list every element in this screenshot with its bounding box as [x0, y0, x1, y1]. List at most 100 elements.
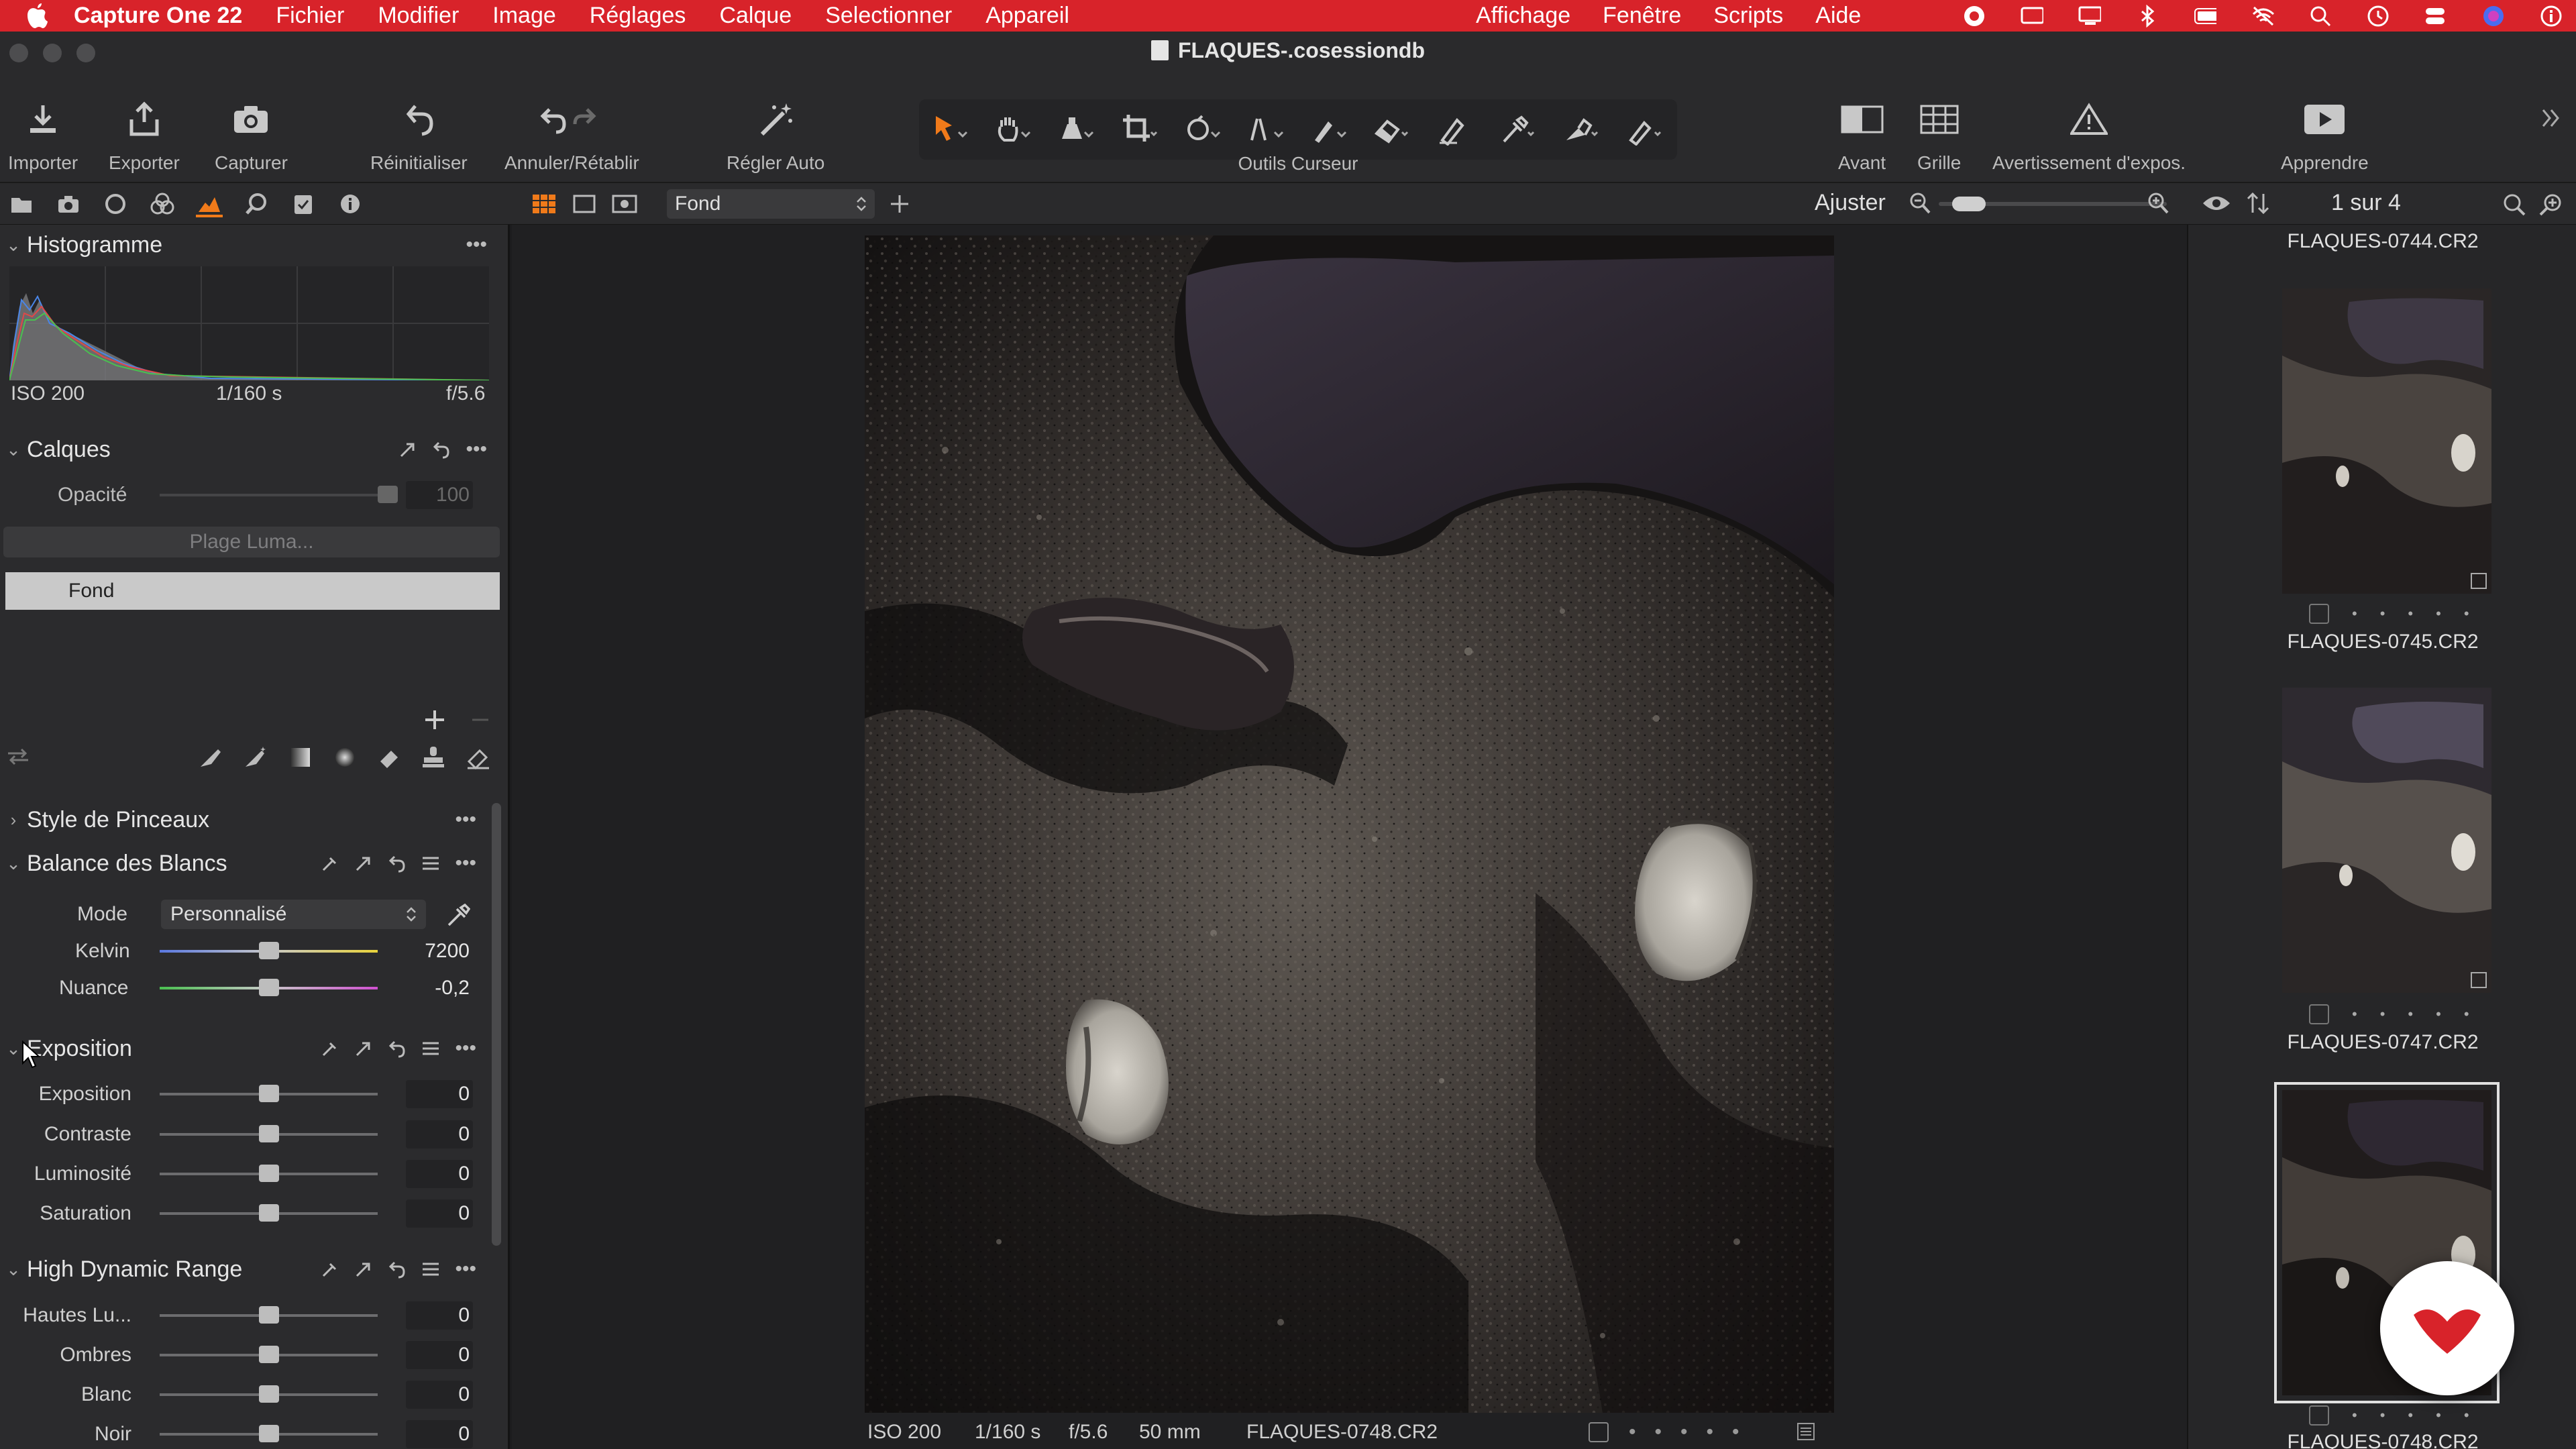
single-view-icon[interactable] [569, 191, 600, 217]
export-button[interactable]: Exporter [109, 96, 180, 174]
more-options-icon[interactable]: ••• [455, 1037, 476, 1060]
more-options-icon[interactable]: ••• [466, 233, 487, 256]
exposure-header[interactable]: ⌄ Exposition ••• [0, 1028, 496, 1069]
apple-menu-icon[interactable] [0, 3, 74, 30]
tint-slider-knob[interactable] [259, 979, 279, 996]
gradient-icon[interactable] [1432, 109, 1479, 150]
browser-search-icon[interactable] [2502, 193, 2526, 217]
brightness-slider-knob[interactable] [259, 1165, 279, 1182]
erase-mask-icon[interactable] [466, 745, 490, 769]
learn-button[interactable]: Apprendre [2281, 96, 2369, 174]
reset-tool-icon[interactable] [388, 1260, 407, 1279]
add-layer-plus-icon[interactable] [421, 706, 448, 733]
rating-row-0748[interactable]: • • • • • [2309, 1405, 2469, 1426]
kelvin-value[interactable]: 7200 [402, 940, 470, 963]
picker-icon[interactable] [321, 1039, 339, 1058]
eyedropper-icon[interactable] [1495, 109, 1542, 150]
crop-icon[interactable] [1117, 109, 1164, 150]
layer-select[interactable]: Fond [667, 189, 875, 219]
opacity-slider[interactable] [160, 486, 398, 503]
more-options-icon[interactable]: ••• [455, 852, 476, 875]
menu-select[interactable]: Selectionner [825, 3, 952, 29]
rating-row-0747[interactable]: • • • • • [2309, 1004, 2469, 1024]
shadows-slider[interactable] [160, 1346, 378, 1363]
linear-gradient-icon[interactable] [290, 747, 311, 768]
hdr-header[interactable]: ⌄ High Dynamic Range ••• [0, 1249, 496, 1289]
reset-tool-icon[interactable] [432, 440, 451, 459]
select-checkbox[interactable] [2309, 604, 2329, 624]
brightness-slider[interactable] [160, 1165, 378, 1182]
picker-icon[interactable] [321, 1260, 339, 1279]
menu-adjustments[interactable]: Réglages [590, 3, 686, 29]
layers-header[interactable]: ⌄ Calques ••• [0, 429, 496, 470]
siri-icon[interactable] [2482, 5, 2505, 28]
clone-stamp-icon[interactable] [421, 745, 445, 769]
exposure-slider-knob[interactable] [259, 1085, 279, 1102]
tab-capture-icon[interactable] [55, 191, 82, 217]
copy-apply-icon[interactable] [354, 1039, 373, 1058]
tab-lens-icon[interactable] [102, 191, 129, 217]
browser-filename-0747[interactable]: FLAQUES-0747.CR2 [2188, 1031, 2576, 1054]
display-icon[interactable] [2078, 5, 2101, 28]
more-options-icon[interactable]: ••• [466, 438, 487, 461]
auto-adjust-button[interactable]: Régler Auto [727, 96, 824, 174]
heal-icon[interactable] [1559, 109, 1606, 150]
menu-view[interactable]: Affichage [1476, 3, 1570, 29]
tab-adjustments-icon[interactable] [290, 191, 317, 217]
brush-icon[interactable] [198, 745, 222, 769]
more-options-icon[interactable]: ••• [455, 1258, 476, 1281]
more-options-icon[interactable]: ••• [455, 808, 476, 831]
eraser-icon[interactable] [378, 745, 402, 769]
menu-layer[interactable]: Calque [719, 3, 792, 29]
histogram-header[interactable]: ⌄ Histogramme ••• [0, 225, 496, 265]
zoom-in-icon[interactable] [2147, 191, 2169, 215]
capture-button[interactable]: Capturer [215, 96, 288, 174]
white-balance-header[interactable]: ⌄ Balance des Blancs ••• [0, 843, 496, 883]
menu-edit[interactable]: Modifier [378, 3, 459, 29]
tab-color-icon[interactable] [149, 191, 176, 217]
auto-mask-brush-icon[interactable] [243, 745, 267, 769]
time-machine-icon[interactable] [2367, 5, 2390, 28]
layer-item-background[interactable]: Fond [5, 572, 500, 610]
browser-filename-0748[interactable]: FLAQUES-0748.CR2 [2188, 1431, 2576, 1449]
minimize-button[interactable] [43, 44, 62, 62]
proof-view-icon[interactable] [609, 191, 640, 217]
zoom-slider[interactable] [1939, 197, 2167, 211]
select-checkbox[interactable] [2309, 1405, 2329, 1426]
undo-redo-button[interactable]: Annuler/Rétablir [504, 96, 639, 174]
pan-hand-icon[interactable] [990, 109, 1037, 150]
battery-icon[interactable] [2194, 5, 2216, 28]
browser-filename-0744[interactable]: FLAQUES-0744.CR2 [2188, 230, 2576, 253]
saturation-slider[interactable] [160, 1204, 378, 1222]
reset-button[interactable]: Réinitialiser [370, 96, 468, 174]
radial-gradient-icon[interactable] [334, 747, 356, 768]
copy-apply-icon[interactable] [354, 854, 373, 873]
presets-icon[interactable] [421, 855, 440, 871]
select-checkbox[interactable] [2309, 1004, 2329, 1024]
thumbnail-0745[interactable] [2282, 288, 2491, 594]
viewer-info-icon[interactable] [1796, 1422, 1815, 1441]
loupe-icon[interactable] [1053, 109, 1100, 150]
zoom-slider-knob[interactable] [1952, 197, 1986, 211]
tab-library-icon[interactable] [8, 191, 35, 217]
layer-swap-icon[interactable] [7, 747, 30, 767]
tab-details-icon[interactable] [243, 191, 270, 217]
toolbar-overflow-icon[interactable] [2539, 106, 2563, 130]
highlights-slider-knob[interactable] [259, 1306, 279, 1324]
blacks-slider-knob[interactable] [259, 1425, 279, 1442]
shadows-slider-knob[interactable] [259, 1346, 279, 1363]
info-icon[interactable] [2540, 5, 2563, 28]
presets-icon[interactable] [421, 1040, 440, 1057]
whites-slider[interactable] [160, 1385, 378, 1403]
bluetooth-icon[interactable] [2136, 4, 2159, 28]
blacks-slider[interactable] [160, 1425, 378, 1442]
saturation-slider-knob[interactable] [259, 1204, 279, 1222]
contrast-slider-knob[interactable] [259, 1125, 279, 1142]
viewer-select-checkbox[interactable] [1589, 1422, 1609, 1442]
fit-label[interactable]: Ajuster [1815, 190, 1886, 216]
tab-metadata-icon[interactable] [337, 191, 364, 217]
browser-filename-0745[interactable]: FLAQUES-0745.CR2 [2188, 631, 2576, 653]
browser-zoom-icon[interactable] [2539, 193, 2563, 217]
tab-exposure-icon[interactable] [196, 191, 223, 217]
record-icon[interactable] [1963, 5, 1986, 28]
